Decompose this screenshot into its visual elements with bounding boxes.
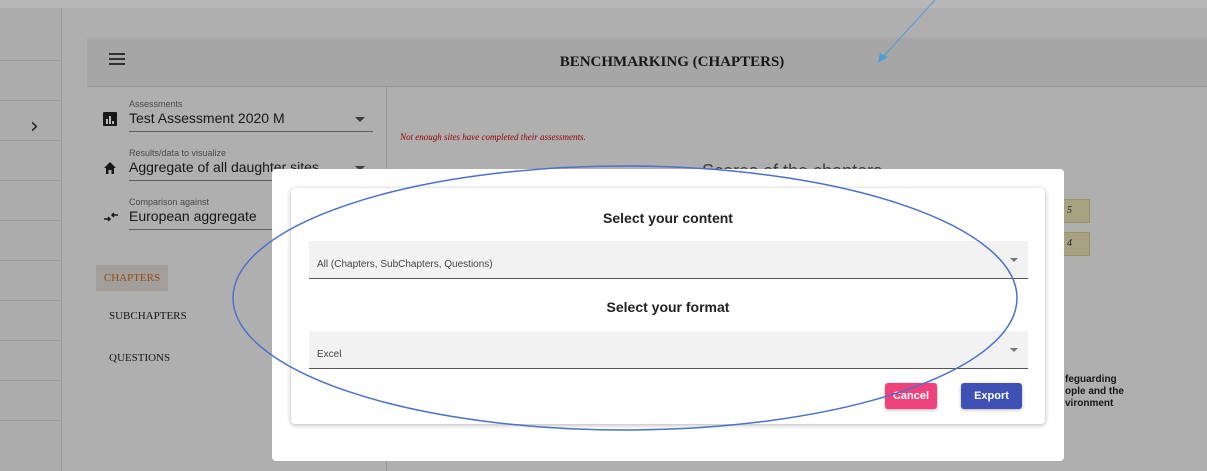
content-select[interactable]: All (Chapters, SubChapters, Questions): [309, 241, 1028, 279]
caret-down-icon: [1010, 348, 1018, 352]
format-heading: Select your format: [606, 299, 730, 315]
content-heading: Select your content: [603, 210, 733, 226]
caret-down-icon: [1010, 258, 1018, 262]
format-select-value: Excel: [317, 349, 342, 360]
export-button[interactable]: Export: [961, 383, 1022, 409]
cancel-button[interactable]: Cancel: [885, 383, 937, 409]
content-select-value: All (Chapters, SubChapters, Questions): [317, 259, 493, 270]
format-select[interactable]: Excel: [309, 331, 1028, 369]
export-dialog: Select your content All (Chapters, SubCh…: [291, 188, 1045, 424]
